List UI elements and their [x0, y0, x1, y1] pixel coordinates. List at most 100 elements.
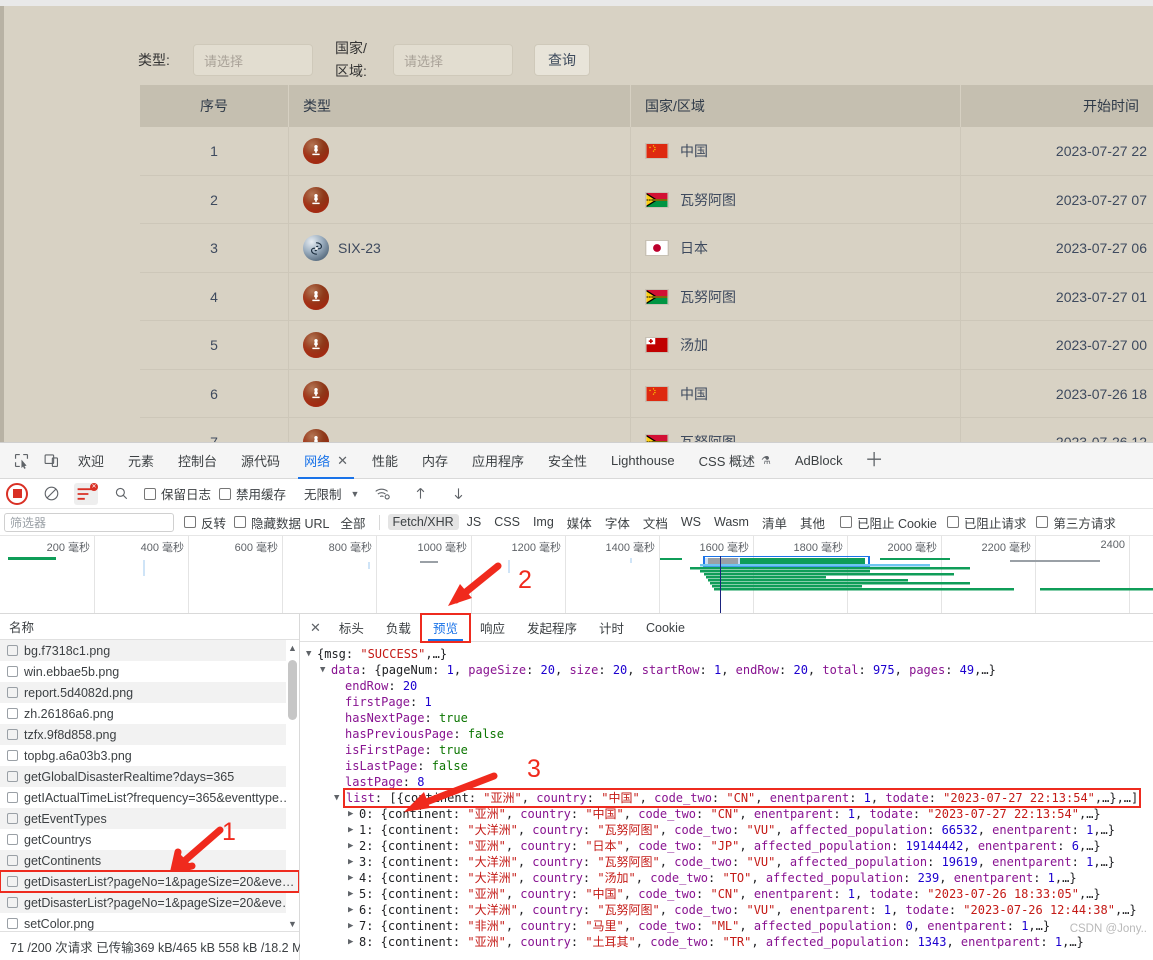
table-row[interactable]: 7 瓦努阿图 2023-07-26 12 — [140, 418, 1153, 442]
invert-checkbox[interactable] — [184, 516, 196, 528]
request-list-item[interactable]: getDisasterList?pageNo=1&pageSize=20&eve… — [0, 892, 299, 913]
clear-icon[interactable] — [36, 480, 66, 508]
json-line[interactable]: ▶ 8: {continent: "亚洲", country: "土耳其", co… — [300, 934, 1153, 950]
disable-cache-checkbox[interactable] — [219, 487, 232, 500]
throttling-dropdown[interactable]: 无限制 ▼ — [300, 482, 359, 505]
request-list-item[interactable]: tzfx.9f8d858.png — [0, 724, 299, 745]
devtools-tab-3[interactable]: 源代码 — [229, 443, 292, 479]
scroll-down-icon[interactable]: ▼ — [286, 916, 299, 931]
expand-triangle-right-icon[interactable]: ▶ — [348, 918, 359, 934]
third-party-toggle[interactable]: 第三方请求 — [1036, 513, 1116, 532]
preserve-log-toggle[interactable]: 保留日志 — [144, 484, 211, 503]
request-list-item[interactable]: getGlobalDisasterRealtime?days=365 — [0, 766, 299, 787]
json-line[interactable]: ▶ 1: {continent: "大洋洲", country: "瓦努阿图", … — [300, 822, 1153, 838]
download-har-icon[interactable] — [443, 480, 473, 508]
hide-data-urls-toggle[interactable]: 隐藏数据 URL — [234, 513, 330, 532]
json-line[interactable]: ▼ {msg: "SUCCESS",…} — [300, 646, 1153, 662]
detail-tab-5[interactable]: 计时 — [588, 615, 635, 641]
detail-tab-4[interactable]: 发起程序 — [516, 615, 588, 641]
preserve-log-checkbox[interactable] — [144, 487, 156, 500]
json-line[interactable]: hasNextPage: true — [300, 710, 1153, 726]
filter-type--[interactable]: 全部 — [336, 512, 371, 533]
filter-type--[interactable]: 文档 — [638, 512, 673, 533]
request-list-item[interactable]: getIActualTimeList?frequency=365&eventty… — [0, 787, 299, 808]
json-line[interactable]: endRow: 20 — [300, 678, 1153, 694]
query-button[interactable]: 查询 — [534, 44, 590, 76]
filter-type-css[interactable]: CSS — [489, 514, 525, 530]
filter-type-ws[interactable]: WS — [676, 514, 706, 530]
json-line[interactable]: ▼ data: {pageNum: 1, pageSize: 20, size: … — [300, 662, 1153, 678]
request-list-item[interactable]: report.5d4082d.png — [0, 682, 299, 703]
filter-type--[interactable]: 媒体 — [562, 512, 597, 533]
detail-tab-0[interactable]: 标头 — [328, 615, 375, 641]
request-list-item[interactable]: win.ebbae5b.png — [0, 661, 299, 682]
expand-triangle-right-icon[interactable]: ▶ — [348, 854, 359, 870]
filter-type--[interactable]: 字体 — [600, 512, 635, 533]
devtools-tab-9[interactable]: Lighthouse — [599, 443, 687, 479]
invert-toggle[interactable]: 反转 — [184, 513, 226, 532]
expand-triangle-down-icon[interactable]: ▼ — [334, 790, 345, 806]
network-overview-timeline[interactable]: 200 毫秒 400 毫秒 600 毫秒 800 毫秒 1000 毫秒 1200 毫秒 14… — [0, 536, 1153, 614]
blocked-requests-toggle[interactable]: 已阻止请求 — [946, 513, 1026, 532]
json-line[interactable]: isFirstPage: true — [300, 742, 1153, 758]
expand-triangle-right-icon[interactable]: ▶ — [348, 902, 359, 918]
json-line[interactable]: ▶ 3: {continent: "大洋洲", country: "瓦努阿图", … — [300, 854, 1153, 870]
wifi-settings-icon[interactable] — [367, 480, 397, 508]
detail-tab-3[interactable]: 响应 — [469, 615, 516, 641]
detail-tab-2[interactable]: 预览 — [419, 612, 471, 643]
json-line[interactable]: ▶ 2: {continent: "亚洲", country: "日本", cod… — [300, 838, 1153, 854]
table-row[interactable]: 3 SIX-23 日本 2023-07-27 06 — [140, 224, 1153, 273]
detail-tab-6[interactable]: Cookie — [635, 615, 696, 641]
expand-triangle-down-icon[interactable]: ▼ — [306, 646, 317, 662]
country-filter-select[interactable]: 请选择 — [393, 44, 513, 76]
type-filter-select[interactable]: 请选择 — [193, 44, 313, 76]
close-icon[interactable]: ✕ — [308, 620, 328, 636]
detail-tab-1[interactable]: 负载 — [375, 615, 422, 641]
request-list-item[interactable]: zh.26186a6.png — [0, 703, 299, 724]
expand-triangle-right-icon[interactable]: ▶ — [348, 870, 359, 886]
devtools-tab-1[interactable]: 元素 — [116, 443, 166, 479]
request-list-item[interactable]: topbg.a6a03b3.png — [0, 745, 299, 766]
devtools-tab-4[interactable]: 网络 ✕ — [292, 443, 360, 479]
table-row[interactable]: 4 瓦努阿图 2023-07-27 01 — [140, 272, 1153, 321]
request-list-item[interactable]: getDisasterList?pageNo=1&pageSize=20&eve… — [0, 870, 299, 893]
close-icon[interactable]: ✕ — [337, 453, 348, 469]
scroll-up-icon[interactable]: ▲ — [286, 640, 299, 655]
filter-type--[interactable]: 其他 — [795, 512, 830, 533]
json-line[interactable]: ▶ 6: {continent: "大洋洲", country: "瓦努阿图", … — [300, 902, 1153, 918]
devtools-tab-10[interactable]: CSS 概述 ⚗ — [687, 443, 783, 479]
json-line[interactable]: firstPage: 1 — [300, 694, 1153, 710]
add-panel-icon[interactable]: ＋ — [855, 451, 894, 470]
request-list-item[interactable]: bg.f7318c1.png — [0, 640, 299, 661]
json-line[interactable]: ▶ 5: {continent: "亚洲", country: "中国", cod… — [300, 886, 1153, 902]
json-line[interactable]: ▶ 7: {continent: "非洲", country: "马里", cod… — [300, 918, 1153, 934]
json-line[interactable]: hasPreviousPage: false — [300, 726, 1153, 742]
expand-triangle-right-icon[interactable]: ▶ — [348, 806, 359, 822]
blocked-requests-checkbox[interactable] — [946, 516, 959, 528]
expand-triangle-right-icon[interactable]: ▶ — [348, 838, 359, 854]
devtools-tab-2[interactable]: 控制台 — [166, 443, 229, 479]
expand-triangle-down-icon[interactable]: ▼ — [320, 662, 331, 678]
expand-triangle-right-icon[interactable]: ▶ — [348, 822, 359, 838]
col-header-country[interactable]: 国家/区域 — [630, 85, 960, 127]
col-header-index[interactable]: 序号 — [140, 85, 288, 127]
request-list[interactable]: bg.f7318c1.png win.ebbae5b.png report.5d40… — [0, 640, 299, 931]
hide-data-urls-checkbox[interactable] — [234, 516, 247, 528]
table-row[interactable]: 6 中国 2023-07-26 18 — [140, 369, 1153, 418]
filter-type-js[interactable]: JS — [462, 514, 487, 530]
device-toolbar-icon[interactable] — [36, 447, 66, 475]
table-row[interactable]: 5 汤加 2023-07-27 00 — [140, 321, 1153, 370]
scrollbar-thumb[interactable] — [288, 660, 297, 720]
search-icon[interactable] — [106, 480, 136, 508]
devtools-tab-0[interactable]: 欢迎 — [66, 443, 116, 479]
filter-toggle-icon[interactable]: ✕ — [74, 482, 98, 505]
record-stop-icon[interactable] — [6, 482, 28, 505]
blocked-cookies-checkbox[interactable] — [839, 516, 852, 528]
devtools-tab-7[interactable]: 应用程序 — [460, 443, 536, 479]
upload-har-icon[interactable] — [405, 480, 435, 508]
filter-type-fetch-xhr[interactable]: Fetch/XHR — [387, 514, 459, 530]
request-list-header[interactable]: 名称 — [0, 614, 299, 640]
devtools-tab-5[interactable]: 性能 — [360, 443, 410, 479]
json-line[interactable]: ▶ 4: {continent: "大洋洲", country: "汤加", co… — [300, 870, 1153, 886]
filter-type--[interactable]: 清单 — [757, 512, 792, 533]
